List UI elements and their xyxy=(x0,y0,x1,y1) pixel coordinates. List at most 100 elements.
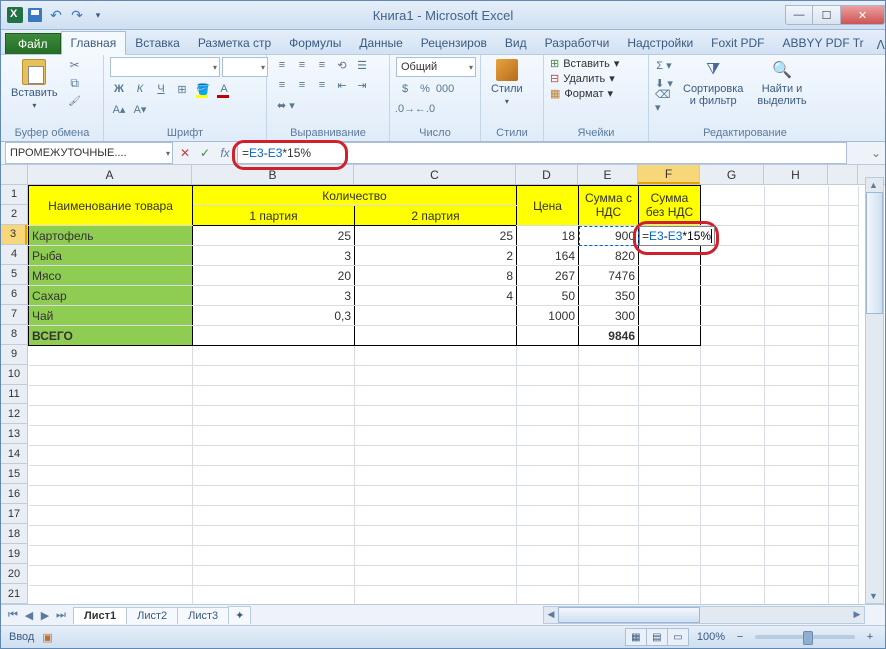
bold-button[interactable]: Ж xyxy=(110,81,128,97)
wrap-text-button[interactable]: ☰ xyxy=(353,57,371,73)
styles-button[interactable]: Стили ▾ xyxy=(487,57,527,108)
cell-A15[interactable] xyxy=(29,466,193,486)
cell-E15[interactable] xyxy=(579,466,639,486)
cell-E14[interactable] xyxy=(579,446,639,466)
find-select-button[interactable]: 🔍 Найти и выделить xyxy=(753,57,810,109)
orientation-button[interactable]: ⟲ xyxy=(333,57,351,73)
cell-C18[interactable] xyxy=(355,526,517,546)
cell-F13[interactable] xyxy=(639,426,701,446)
cell-G21[interactable] xyxy=(701,586,765,605)
insert-cells-button[interactable]: ⊞Вставить ▾ xyxy=(550,57,619,70)
undo-button[interactable] xyxy=(47,6,65,24)
cell-D9[interactable] xyxy=(517,346,579,366)
cell-D13[interactable] xyxy=(517,426,579,446)
row-header-12[interactable]: 12 xyxy=(1,404,27,424)
cell-D1[interactable]: Цена xyxy=(517,186,579,226)
hscroll-thumb[interactable] xyxy=(558,607,700,623)
cell-F4[interactable] xyxy=(639,246,701,266)
save-button[interactable] xyxy=(26,6,44,24)
cell-C10[interactable] xyxy=(355,366,517,386)
decrease-decimal-button[interactable]: ←.0 xyxy=(416,101,434,117)
cell-E19[interactable] xyxy=(579,546,639,566)
row-header-5[interactable]: 5 xyxy=(1,265,27,285)
cell-B21[interactable] xyxy=(193,586,355,605)
row-header-4[interactable]: 4 xyxy=(1,245,27,265)
cell-D4[interactable]: 164 xyxy=(517,246,579,266)
cell-F17[interactable] xyxy=(639,506,701,526)
cell-A18[interactable] xyxy=(29,526,193,546)
cell-C14[interactable] xyxy=(355,446,517,466)
close-button[interactable]: ✕ xyxy=(841,5,885,25)
cell-A13[interactable] xyxy=(29,426,193,446)
cell-G9[interactable] xyxy=(701,346,765,366)
cell-D5[interactable]: 267 xyxy=(517,266,579,286)
cell-H14[interactable] xyxy=(765,446,829,466)
cell-A11[interactable] xyxy=(29,386,193,406)
name-box[interactable]: ПРОМЕЖУТОЧНЫЕ....▾ xyxy=(5,142,173,164)
cell-D19[interactable] xyxy=(517,546,579,566)
cell-F5[interactable] xyxy=(639,266,701,286)
cell-B9[interactable] xyxy=(193,346,355,366)
cell-H21[interactable] xyxy=(765,586,829,605)
cell-E7[interactable]: 300 xyxy=(579,306,639,326)
cell-E16[interactable] xyxy=(579,486,639,506)
col-header-C[interactable]: C xyxy=(354,165,516,184)
row-header-13[interactable]: 13 xyxy=(1,424,27,444)
cell-C12[interactable] xyxy=(355,406,517,426)
cell-G13[interactable] xyxy=(701,426,765,446)
cell-C13[interactable] xyxy=(355,426,517,446)
cell-G18[interactable] xyxy=(701,526,765,546)
align-right-button[interactable]: ≡ xyxy=(313,77,331,93)
cell-C16[interactable] xyxy=(355,486,517,506)
cell-B10[interactable] xyxy=(193,366,355,386)
zoom-knob[interactable] xyxy=(803,631,813,645)
cell-F15[interactable] xyxy=(639,466,701,486)
cell-E4[interactable]: 820 xyxy=(579,246,639,266)
delete-cells-button[interactable]: ⊟Удалить ▾ xyxy=(550,72,615,85)
cell-B11[interactable] xyxy=(193,386,355,406)
horizontal-scrollbar[interactable]: ◀ ▶ xyxy=(543,606,865,624)
next-sheet-button[interactable]: ▶ xyxy=(37,607,53,623)
cell-C19[interactable] xyxy=(355,546,517,566)
cell-D7[interactable]: 1000 xyxy=(517,306,579,326)
cell-G15[interactable] xyxy=(701,466,765,486)
col-header-F[interactable]: F xyxy=(638,165,700,184)
cell-B8[interactable] xyxy=(193,326,355,346)
cell-A7[interactable]: Чай xyxy=(29,306,193,326)
row-header-3[interactable]: 3 xyxy=(1,225,27,245)
row-header-16[interactable]: 16 xyxy=(1,484,27,504)
cell-F3[interactable]: =E3-E3*15% xyxy=(639,226,701,246)
cell-F19[interactable] xyxy=(639,546,701,566)
number-format-combo[interactable]: Общий▾ xyxy=(396,57,476,77)
cell-A16[interactable] xyxy=(29,486,193,506)
sheet-tab-2[interactable]: Лист2 xyxy=(126,607,178,624)
italic-button[interactable]: К xyxy=(131,81,149,97)
macro-record-icon[interactable]: ▣ xyxy=(42,631,52,644)
cells-table[interactable]: Наименование товара Количество Цена Сумм… xyxy=(28,185,859,604)
tab-file[interactable]: Файл xyxy=(5,33,61,54)
increase-indent-button[interactable]: ⇥ xyxy=(353,77,371,93)
cell-B6[interactable]: 3 xyxy=(193,286,355,306)
cell-F11[interactable] xyxy=(639,386,701,406)
comma-button[interactable]: 000 xyxy=(436,81,454,97)
underline-button[interactable]: Ч xyxy=(152,81,170,97)
tab-foxit[interactable]: Foxit PDF xyxy=(702,32,773,54)
cell-A6[interactable]: Сахар xyxy=(29,286,193,306)
cell-A5[interactable]: Мясо xyxy=(29,266,193,286)
cell-H19[interactable] xyxy=(765,546,829,566)
cell-C8[interactable] xyxy=(355,326,517,346)
vertical-scrollbar[interactable]: ▲ ▼ xyxy=(865,177,884,604)
cell-G19[interactable] xyxy=(701,546,765,566)
row-header-9[interactable]: 9 xyxy=(1,345,27,365)
cell-H13[interactable] xyxy=(765,426,829,446)
cell-C15[interactable] xyxy=(355,466,517,486)
cell-A9[interactable] xyxy=(29,346,193,366)
maximize-button[interactable]: ☐ xyxy=(813,5,841,25)
cell-G11[interactable] xyxy=(701,386,765,406)
format-cells-button[interactable]: ▦Формат ▾ xyxy=(550,87,613,100)
cell-B5[interactable]: 20 xyxy=(193,266,355,286)
cell-D3[interactable]: 18 xyxy=(517,226,579,246)
cell-D18[interactable] xyxy=(517,526,579,546)
sort-filter-button[interactable]: ⧩ Сортировка и фильтр xyxy=(679,57,747,109)
cell-A21[interactable] xyxy=(29,586,193,605)
